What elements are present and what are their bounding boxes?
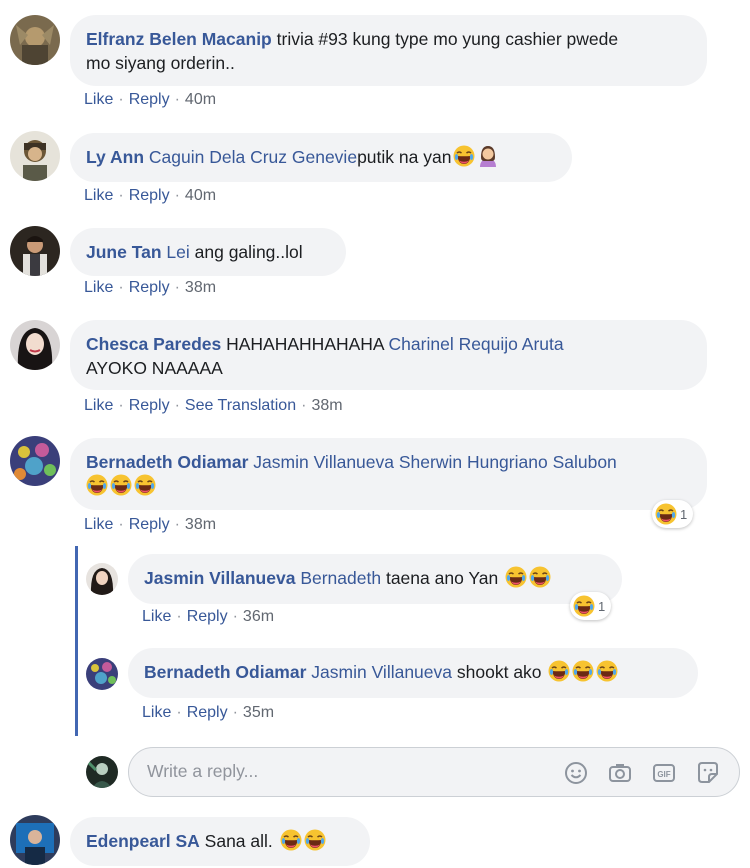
laughing-emoji-icon <box>573 595 595 617</box>
reply-author[interactable]: Jasmin Villanueva <box>144 568 295 588</box>
like-link[interactable]: Like <box>142 608 171 625</box>
comment-author[interactable]: Chesca Paredes <box>86 334 221 354</box>
laughing-emoji-icon <box>505 566 528 588</box>
comment-text: mo siyang orderin.. <box>86 53 235 73</box>
comment-bubble: Edenpearl SA Sana all. <box>70 817 370 866</box>
laughing-emoji-icon <box>548 660 571 682</box>
avatar[interactable] <box>10 815 60 865</box>
comment-actions: Like · Reply · 40m <box>84 91 217 108</box>
mention-link[interactable]: Lei <box>166 242 189 262</box>
laughing-emoji-icon <box>303 829 326 851</box>
laughing-emoji-icon <box>572 660 595 682</box>
avatar[interactable] <box>10 131 60 181</box>
reply-link[interactable]: Reply <box>129 91 170 108</box>
reaction-count: 1 <box>598 598 606 614</box>
like-link[interactable]: Like <box>84 279 113 296</box>
avatar[interactable] <box>10 15 60 65</box>
like-link[interactable]: Like <box>84 397 113 414</box>
timestamp[interactable]: 38m <box>185 279 216 296</box>
timestamp[interactable]: 38m <box>311 397 342 414</box>
reply-link[interactable]: Reply <box>129 187 170 204</box>
comment-text: ang galing..lol <box>194 242 303 262</box>
comment-text: Sana all. <box>204 831 273 851</box>
mention-link[interactable]: Bernadeth <box>300 568 381 588</box>
laughing-emoji-icon <box>453 145 476 167</box>
avatar[interactable] <box>10 226 60 276</box>
reply-input-placeholder: Write a reply... <box>147 761 259 781</box>
comment-actions: Like · Reply · See Translation · 38m <box>84 397 343 414</box>
like-link[interactable]: Like <box>84 516 113 533</box>
avatar[interactable] <box>86 563 118 595</box>
reply-actions: Like · Reply · 36m <box>142 608 275 625</box>
avatar[interactable] <box>86 658 118 690</box>
comment-actions: Like · Reply · 40m <box>84 187 217 204</box>
laughing-emoji-icon <box>596 660 619 682</box>
timestamp[interactable]: 38m <box>185 516 216 533</box>
comment-text: HAHAHAHHAHAHA <box>226 334 384 354</box>
avatar[interactable] <box>10 320 60 370</box>
svg-text:GIF: GIF <box>657 770 670 779</box>
camera-icon[interactable] <box>607 760 633 786</box>
comment-author[interactable]: June Tan <box>86 242 162 262</box>
comment-text: trivia #93 kung type mo yung cashier pwe… <box>276 29 619 49</box>
like-link[interactable]: Like <box>84 91 113 108</box>
reply-text: taena ano Yan <box>385 568 499 588</box>
reply-link[interactable]: Reply <box>187 704 228 721</box>
reply-bubble: Bernadeth Odiamar Jasmin Villanueva shoo… <box>128 648 698 698</box>
smile-icon[interactable] <box>563 760 589 786</box>
timestamp[interactable]: 36m <box>243 608 274 625</box>
comment-bubble: Elfranz Belen Macanip trivia #93 kung ty… <box>70 15 707 86</box>
laughing-emoji-icon <box>279 829 302 851</box>
like-link[interactable]: Like <box>142 704 171 721</box>
reply-link[interactable]: Reply <box>187 608 228 625</box>
comment-actions: Like · Reply · 38m <box>84 279 217 296</box>
avatar[interactable] <box>10 436 60 486</box>
reply-text: shookt ako <box>456 662 542 682</box>
comment-author[interactable]: Edenpearl SA <box>86 831 200 851</box>
woman-emoji-icon <box>477 145 499 167</box>
comment-bubble: June Tan Lei ang galing..lol <box>70 228 346 276</box>
sticker-icon[interactable] <box>695 760 721 786</box>
reply-input[interactable]: Write a reply... GIF <box>128 747 740 797</box>
mention-link[interactable]: Jasmin Villanueva Sherwin Hungriano Salu… <box>253 452 617 472</box>
reply-actions: Like · Reply · 35m <box>142 704 275 721</box>
laughing-emoji-icon <box>86 474 108 496</box>
reply-thread-line <box>75 546 78 736</box>
like-link[interactable]: Like <box>84 187 113 204</box>
comment-author[interactable]: Elfranz Belen Macanip <box>86 29 272 49</box>
gif-icon[interactable]: GIF <box>651 760 677 786</box>
reaction-count-badge[interactable]: 1 <box>652 500 694 528</box>
mention-link[interactable]: Jasmin Villanueva <box>311 662 452 682</box>
laughing-emoji-icon <box>110 474 132 496</box>
timestamp[interactable]: 40m <box>185 91 216 108</box>
timestamp[interactable]: 35m <box>243 704 274 721</box>
mention-link[interactable]: Charinel Requijo Aruta <box>389 334 564 354</box>
comment-bubble: Ly Ann Caguin Dela Cruz Genevieputik na … <box>70 133 572 182</box>
laughing-emoji-icon <box>134 474 156 496</box>
current-user-avatar <box>86 756 118 788</box>
comment-text: AYOKO NAAAAA <box>86 358 223 378</box>
reply-link[interactable]: Reply <box>129 516 170 533</box>
comment-author[interactable]: Bernadeth Odiamar <box>86 452 248 472</box>
timestamp[interactable]: 40m <box>185 187 216 204</box>
laughing-emoji-icon <box>529 566 552 588</box>
reaction-count: 1 <box>680 506 688 522</box>
reply-link[interactable]: Reply <box>129 279 170 296</box>
comment-bubble: Bernadeth Odiamar Jasmin Villanueva Sher… <box>70 438 707 510</box>
see-translation-link[interactable]: See Translation <box>185 397 296 414</box>
reaction-count-badge[interactable]: 1 <box>570 592 612 620</box>
comment-text: putik na yan <box>357 147 452 167</box>
laughing-emoji-icon <box>655 503 677 525</box>
comment-actions: Like · Reply · 38m <box>84 516 217 533</box>
reply-bubble: Jasmin Villanueva Bernadeth taena ano Ya… <box>128 554 622 604</box>
reply-link[interactable]: Reply <box>129 397 170 414</box>
comment-bubble: Chesca Paredes HAHAHAHHAHAHA Charinel Re… <box>70 320 707 390</box>
reply-author[interactable]: Bernadeth Odiamar <box>144 662 306 682</box>
mention-link[interactable]: Caguin Dela Cruz Genevie <box>149 147 357 167</box>
comment-author[interactable]: Ly Ann <box>86 147 144 167</box>
